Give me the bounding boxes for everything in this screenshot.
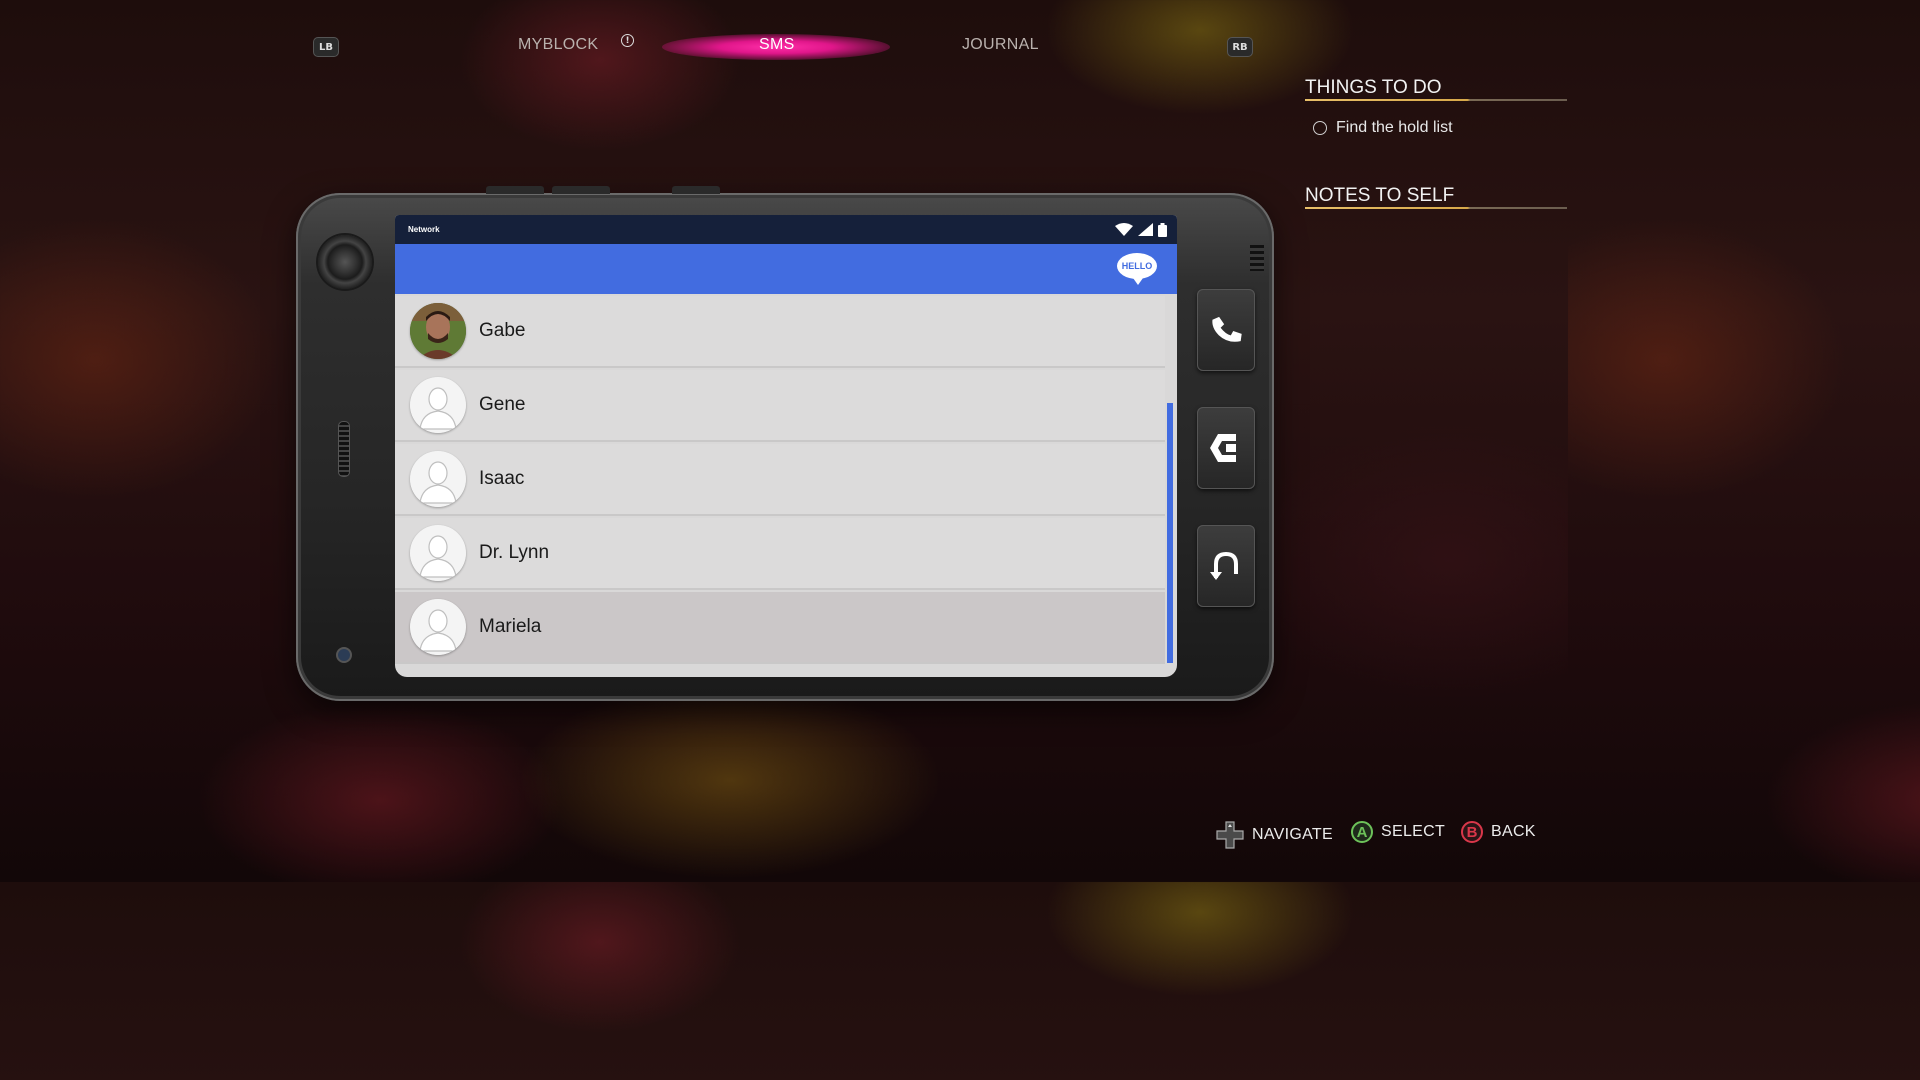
select-prompt[interactable]: A SELECT [1351, 821, 1445, 843]
default-avatar-icon [410, 451, 466, 507]
status-bar: Network [395, 215, 1177, 244]
phone-top-button [672, 186, 720, 194]
message-button[interactable] [1197, 407, 1255, 489]
navigate-prompt: NAVIGATE [1216, 821, 1333, 849]
todo-item: Find the hold list [1313, 119, 1453, 137]
contact-row-gabe[interactable]: Gabe [395, 296, 1165, 368]
contact-row-mariela[interactable]: Mariela [395, 592, 1165, 664]
tab-myblock[interactable]: MYBLOCK [518, 36, 598, 54]
call-button[interactable] [1197, 289, 1255, 371]
hello-speech-bubble-icon: HELLO [1117, 253, 1157, 285]
contact-name: Gene [479, 394, 526, 415]
rb-button-hint[interactable]: RB [1227, 37, 1253, 57]
avatar-photo [410, 303, 466, 359]
heading-divider [1305, 207, 1567, 209]
message-back-icon [1210, 434, 1236, 462]
return-button[interactable] [1197, 525, 1255, 607]
light-sensor [336, 647, 352, 663]
contact-name: Mariela [479, 616, 542, 637]
default-avatar-icon [410, 525, 466, 581]
tab-sms[interactable]: SMS [759, 36, 795, 54]
b-button-icon: B [1461, 821, 1483, 843]
phone-device: Network HELLO Gabe Gene Isaac Dr. Lynn M… [296, 186, 1274, 701]
things-to-do-heading: THINGS TO DO [1305, 77, 1442, 98]
phone-top-button [552, 186, 610, 194]
app-bar: HELLO [395, 244, 1177, 294]
default-avatar-icon [410, 599, 466, 655]
default-avatar-icon [410, 377, 466, 433]
battery-icon [1158, 222, 1167, 237]
vent-grille [1250, 245, 1264, 271]
contact-list: Gabe Gene Isaac Dr. Lynn Mariela [395, 296, 1165, 666]
a-button-icon: A [1351, 821, 1373, 843]
alert-icon: ! [621, 34, 634, 47]
signal-icon [1138, 223, 1153, 236]
contact-row-dr-lynn[interactable]: Dr. Lynn [395, 518, 1165, 590]
speaker-grille [338, 421, 350, 477]
todo-item-label: Find the hold list [1336, 119, 1453, 136]
contact-row-isaac[interactable]: Isaac [395, 444, 1165, 516]
tab-journal[interactable]: JOURNAL [962, 36, 1039, 54]
status-icons [1115, 222, 1167, 237]
wifi-icon [1115, 223, 1133, 236]
select-label: SELECT [1381, 823, 1446, 840]
phone-screen: Network HELLO Gabe Gene Isaac Dr. Lynn M… [395, 215, 1177, 677]
contact-name: Gabe [479, 320, 526, 341]
contact-row-gene[interactable]: Gene [395, 370, 1165, 442]
back-label: BACK [1491, 823, 1536, 840]
contact-name: Isaac [479, 468, 525, 489]
return-arrow-icon [1210, 551, 1238, 580]
camera-lens-icon [318, 235, 372, 289]
phone-handset-icon [1212, 316, 1242, 342]
circle-check-icon [1313, 121, 1327, 135]
dpad-icon [1216, 821, 1244, 849]
scrollbar[interactable] [1167, 403, 1173, 663]
contact-name: Dr. Lynn [479, 542, 550, 563]
phone-top-button [486, 186, 544, 194]
lb-button-hint[interactable]: LB [313, 37, 339, 57]
notes-to-self-heading: NOTES TO SELF [1305, 185, 1455, 206]
back-prompt[interactable]: B BACK [1461, 821, 1536, 843]
carrier-name: Network [408, 225, 440, 234]
navigate-label: NAVIGATE [1252, 826, 1333, 843]
heading-divider [1305, 99, 1567, 101]
